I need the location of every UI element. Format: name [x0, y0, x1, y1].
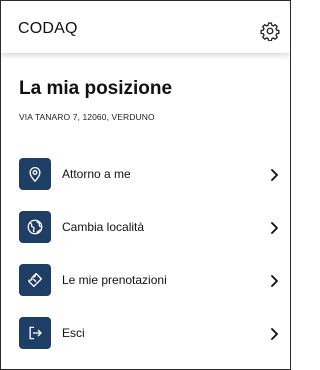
chevron-right-icon	[269, 221, 279, 235]
menu-item-label: Esci	[62, 326, 85, 340]
logout-icon	[19, 317, 51, 349]
app-header: CODAQ	[1, 1, 290, 53]
menu-item-le-mie-prenotazioni[interactable]: Le mie prenotazioni	[1, 262, 290, 302]
menu-item-attorno-a-me[interactable]: Attorno a me	[1, 156, 290, 196]
chevron-right-icon	[269, 274, 279, 288]
page-title: La mia posizione	[19, 78, 173, 99]
gear-icon[interactable]	[260, 21, 280, 42]
app-title: CODAQ	[18, 20, 78, 37]
current-address: VIA TANARO 7, 12060, VERDUNO	[19, 112, 155, 122]
menu-item-cambia-localita[interactable]: Cambia località	[1, 209, 290, 249]
menu-item-label: Attorno a me	[62, 167, 131, 181]
app-screen: CODAQ La mia posizione VIA TANARO 7, 120…	[0, 0, 291, 370]
ticket-icon	[19, 264, 51, 296]
globe-icon	[19, 211, 51, 243]
chevron-right-icon	[269, 168, 279, 182]
chevron-right-icon	[269, 327, 279, 341]
location-pin-icon	[19, 158, 51, 190]
menu-item-esci[interactable]: Esci	[1, 315, 290, 355]
menu-item-label: Le mie prenotazioni	[62, 273, 167, 287]
menu-item-label: Cambia località	[62, 220, 145, 234]
